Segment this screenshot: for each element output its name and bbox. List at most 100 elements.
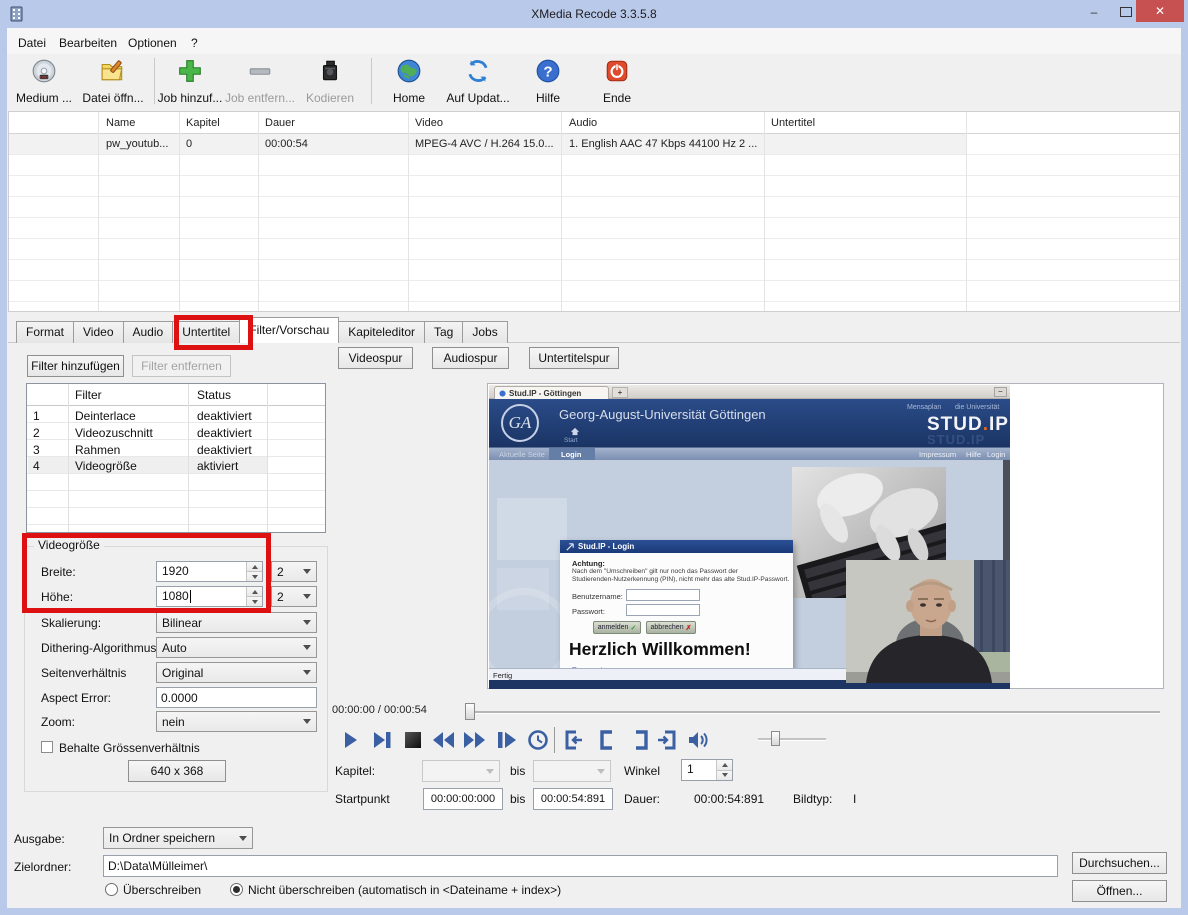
filter-row-name[interactable]: Videozuschnitt (75, 426, 153, 440)
tab-untertitel[interactable]: Untertitel (172, 321, 240, 343)
untertitelspur-button[interactable]: Untertitelspur (529, 347, 619, 369)
nicht-ueberschreiben-radio[interactable] (230, 883, 243, 896)
toolbar-encode-button[interactable]: Kodieren (288, 58, 372, 105)
winkel-input[interactable]: 1 (681, 759, 733, 781)
fast-forward-button[interactable] (463, 728, 487, 752)
tab-filter-vorschau[interactable]: Filter/Vorschau (239, 317, 339, 343)
filter-col-header[interactable]: Filter (75, 388, 102, 402)
play-button[interactable] (338, 728, 362, 752)
aspect-error-input[interactable]: 0.0000 (156, 687, 317, 708)
toolbar-end-button[interactable]: Ende (575, 58, 659, 105)
column-header-untertitel[interactable]: Untertitel (771, 117, 815, 129)
goto-start-mark-button[interactable] (561, 728, 585, 752)
chevron-down-icon (303, 670, 311, 675)
set-end-mark-button[interactable] (629, 728, 653, 752)
breite-mod-dropdown[interactable]: 2 (271, 561, 317, 582)
oeffnen-button[interactable]: Öffnen... (1072, 880, 1167, 902)
dithering-dropdown[interactable]: Auto (156, 637, 317, 658)
mute-button[interactable] (686, 728, 710, 752)
tab-audio[interactable]: Audio (123, 321, 174, 343)
breite-spinner[interactable] (246, 562, 262, 581)
filter-row-status: deaktiviert (197, 409, 252, 423)
step-forward-button[interactable] (495, 728, 519, 752)
set-start-mark-button[interactable] (595, 728, 619, 752)
minimize-button[interactable]: – (1080, 3, 1108, 21)
menu-bearbeiten[interactable]: Bearbeiten (55, 34, 121, 52)
startpunkt-input[interactable]: 00:00:00:000 (423, 788, 503, 810)
videospur-button[interactable]: Videospur (338, 347, 413, 369)
tab-format[interactable]: Format (16, 321, 74, 343)
tab-video[interactable]: Video (73, 321, 123, 343)
background-blur-shape (497, 498, 567, 560)
keep-ratio-checkbox[interactable] (41, 741, 53, 753)
toolbar-open-file-button[interactable]: Datei öffn... (71, 58, 155, 105)
maximize-icon (1120, 7, 1132, 17)
seek-slider-track[interactable] (466, 711, 1160, 714)
cell-audio: 1. English AAC 47 Kbps 44100 Hz 2 ... (569, 138, 757, 150)
volume-slider-handle[interactable] (771, 731, 780, 746)
skalierung-label: Skalierung: (41, 616, 101, 630)
login-panel-body: Achtung: Nach dem "Umschreiben" gilt nur… (560, 553, 793, 686)
filter-row-name[interactable]: Rahmen (75, 443, 120, 457)
column-divider (267, 384, 268, 532)
kapitel-label: Kapitel: (335, 764, 375, 778)
warning-line2: Studierenden-Nutzerkennung (PIN), nicht … (572, 576, 789, 583)
durchsuchen-button[interactable]: Durchsuchen... (1072, 852, 1167, 874)
column-header-audio[interactable]: Audio (569, 117, 597, 129)
add-filter-button[interactable]: Filter hinzufügen (27, 355, 124, 377)
audiospur-button[interactable]: Audiospur (432, 347, 509, 369)
column-divider (188, 384, 189, 532)
kapitel-to-dropdown[interactable] (533, 760, 611, 782)
next-frame-button[interactable] (370, 728, 394, 752)
zielordner-input[interactable]: D:\Data\Mülleimer\ (103, 855, 1058, 877)
column-header-name[interactable]: Name (106, 117, 135, 129)
close-button[interactable]: ✕ (1136, 0, 1184, 22)
filter-row-name[interactable]: Videogröße (75, 459, 137, 473)
breite-mod-value: 2 (277, 565, 284, 579)
endpunkt-input[interactable]: 00:00:54:891 (533, 788, 613, 810)
filter-row-name[interactable]: Deinterlace (75, 409, 136, 423)
rewind-button[interactable] (431, 728, 455, 752)
seitenverhaeltnis-dropdown[interactable]: Original (156, 662, 317, 683)
tab-kapiteleditor[interactable]: Kapiteleditor (338, 321, 425, 343)
status-col-header[interactable]: Status (197, 388, 231, 402)
breite-input[interactable]: 1920 (156, 561, 263, 582)
ausgabe-dropdown[interactable]: In Ordner speichern (103, 827, 253, 849)
column-header-kapitel[interactable]: Kapitel (186, 117, 220, 129)
cell-video: MPEG-4 AVC / H.264 15.0... (415, 138, 554, 150)
column-divider (258, 112, 259, 311)
zoom-dropdown[interactable]: nein (156, 711, 317, 732)
skalierung-dropdown[interactable]: Bilinear (156, 612, 317, 633)
kapitel-from-dropdown[interactable] (422, 760, 500, 782)
ueberschreiben-radio[interactable] (105, 883, 118, 896)
check-icon: ✓ (630, 624, 636, 632)
menu-hilfe[interactable]: ? (187, 34, 202, 52)
winkel-spinner[interactable] (716, 760, 732, 780)
tab-tag[interactable]: Tag (424, 321, 463, 343)
stop-button[interactable] (401, 728, 425, 752)
size-preset-button[interactable]: 640 x 368 (128, 760, 226, 782)
menu-datei[interactable]: Datei (14, 34, 50, 52)
panel-icon (566, 543, 574, 551)
column-divider (966, 112, 967, 311)
hoehe-spinner[interactable] (246, 587, 262, 606)
goto-end-mark-button[interactable] (656, 728, 680, 752)
power-icon (604, 58, 630, 84)
menu-bar: Datei Bearbeiten Optionen ? (7, 28, 1181, 54)
hoehe-input[interactable]: 1080 (156, 586, 263, 607)
menu-optionen[interactable]: Optionen (124, 34, 181, 52)
column-header-dauer[interactable]: Dauer (265, 117, 295, 129)
zoom-label: Zoom: (41, 715, 75, 729)
studip-logo-reflection: Stud.IP (927, 432, 985, 447)
seek-slider-handle[interactable] (465, 703, 475, 720)
timer-button[interactable] (526, 728, 550, 752)
hoehe-mod-dropdown[interactable]: 2 (271, 586, 317, 607)
minus-icon (247, 58, 273, 84)
title-bar: XMedia Recode 3.3.5.8 – ✕ (0, 0, 1188, 28)
remove-filter-button[interactable]: Filter entfernen (132, 355, 231, 377)
tab-jobs[interactable]: Jobs (462, 321, 507, 343)
volume-slider-track[interactable] (758, 738, 826, 741)
column-header-video[interactable]: Video (415, 117, 443, 129)
toolbar-label: Ende (575, 91, 659, 105)
chevron-down-icon (486, 769, 494, 774)
